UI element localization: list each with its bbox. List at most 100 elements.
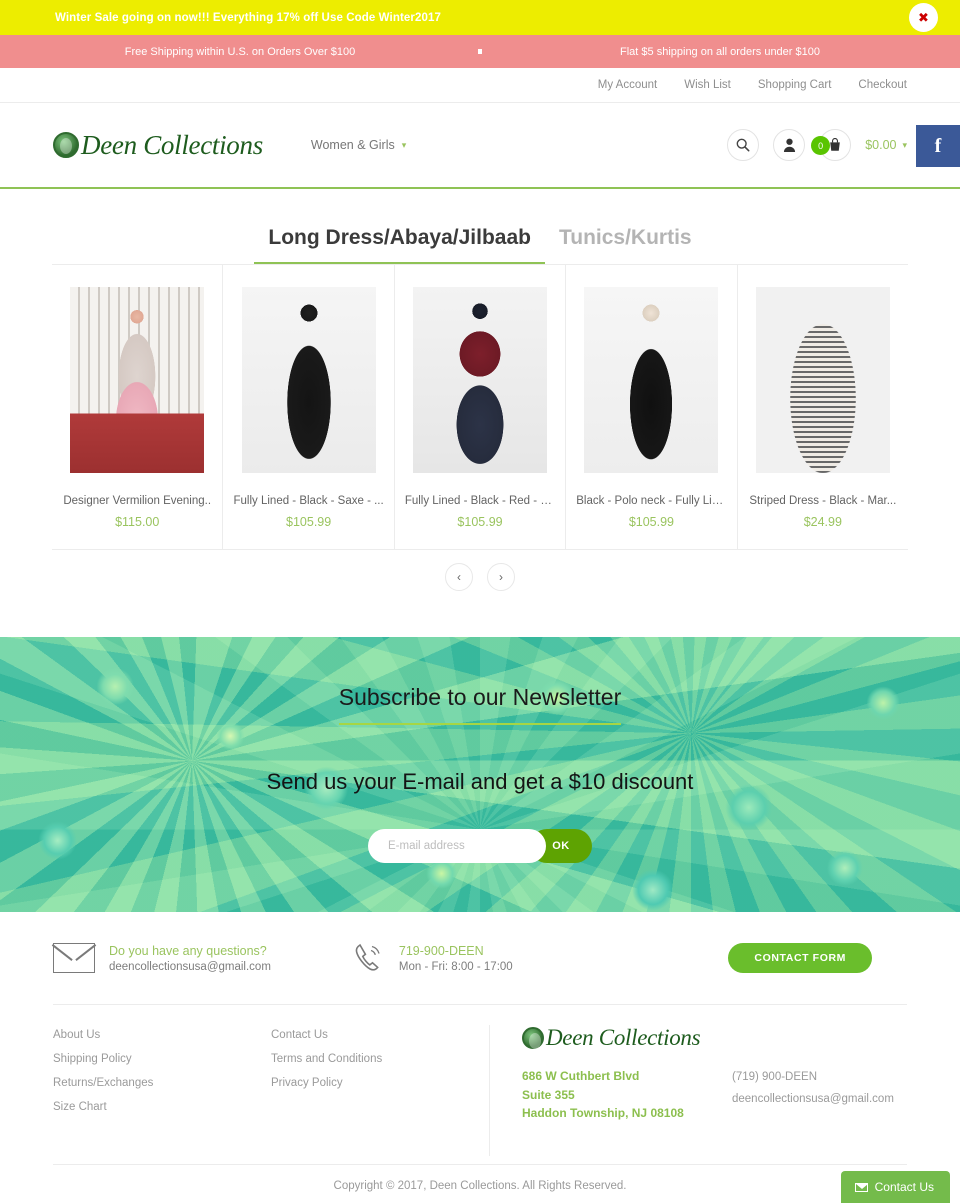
footer-link-privacy-policy[interactable]: Privacy Policy <box>271 1077 489 1089</box>
footer-email[interactable]: deencollectionsusa@gmail.com <box>732 1089 894 1111</box>
envelope-icon <box>53 943 95 973</box>
product-price: $105.99 <box>457 515 503 529</box>
footer-address: 686 W Cuthbert Blvd Suite 355 Haddon Tow… <box>522 1067 732 1123</box>
promo-banner-text: Winter Sale going on now!!! Everything 1… <box>55 11 441 24</box>
contact-phone-block: 719-900-DEEN Mon - Fri: 8:00 - 17:00 <box>351 941 513 975</box>
footer-link-returns-exchanges[interactable]: Returns/Exchanges <box>53 1077 271 1089</box>
close-icon[interactable]: ✖ <box>909 3 938 32</box>
product-name: Striped Dress - Black - Mar... <box>749 495 897 507</box>
category-tabs: Long Dress/Abaya/Jilbaab Tunics/Kurtis <box>0 189 960 264</box>
copyright-bar: Copyright © 2017, Deen Collections. All … <box>53 1164 907 1203</box>
utility-nav-wish-list[interactable]: Wish List <box>684 79 731 91</box>
product-name: Fully Lined - Black - Red - P... <box>404 495 556 507</box>
footer-links-column-two: Contact Us Terms and Conditions Privacy … <box>271 1025 489 1156</box>
phone-icon <box>355 943 380 971</box>
envelope-icon <box>854 1182 868 1192</box>
nav-item-women-girls[interactable]: Women & Girls ▾ <box>311 138 406 152</box>
shipping-banner: Free Shipping within U.S. on Orders Over… <box>0 35 960 68</box>
newsletter-email-input[interactable] <box>368 829 546 863</box>
product-carousel: Designer Vermilion Evening.. $115.00 Ful… <box>52 264 908 549</box>
footer-phone[interactable]: (719) 900-DEEN <box>732 1067 894 1089</box>
product-name: Black - Polo neck - Fully Lin... <box>576 495 727 507</box>
chevron-down-icon: ▾ <box>401 139 407 150</box>
site-logo[interactable]: Deen Collections <box>53 130 263 161</box>
page-root: Winter Sale going on now!!! Everything 1… <box>0 0 960 1203</box>
product-card[interactable]: Fully Lined - Black - Saxe - ... $105.99 <box>223 265 395 549</box>
utility-nav-shopping-cart[interactable]: Shopping Cart <box>758 79 832 91</box>
product-image <box>241 287 376 473</box>
contact-email-block: Do you have any questions? deencollectio… <box>53 943 271 973</box>
footer-link-size-chart[interactable]: Size Chart <box>53 1101 271 1113</box>
product-image <box>70 287 205 473</box>
product-name: Fully Lined - Black - Saxe - ... <box>233 495 384 507</box>
chevron-right-icon: › <box>499 570 503 584</box>
newsletter-content: Subscribe to our Newsletter Send us your… <box>0 637 960 863</box>
newsletter-subtitle: Send us your E-mail and get a $10 discou… <box>266 769 694 794</box>
tab-long-dress-abaya-jilbaab[interactable]: Long Dress/Abaya/Jilbaab <box>254 226 545 264</box>
footer-brand-block: Deen Collections 686 W Cuthbert Blvd Sui… <box>489 1025 907 1156</box>
footer-logo[interactable]: Deen Collections <box>522 1025 907 1051</box>
product-price: $105.99 <box>286 515 332 529</box>
carousel-next-button[interactable]: › <box>487 563 515 591</box>
product-card[interactable]: Black - Polo neck - Fully Lin... $105.99 <box>566 265 738 549</box>
tab-long-dress-abaya-jilbaab-label: Long Dress/Abaya/Jilbaab <box>268 226 531 249</box>
footer-link-shipping-policy[interactable]: Shipping Policy <box>53 1053 271 1065</box>
facebook-icon: f <box>934 134 942 157</box>
footer-link-terms-and-conditions[interactable]: Terms and Conditions <box>271 1053 489 1065</box>
cart-total[interactable]: $0.00 ▾ <box>865 138 907 152</box>
utility-nav-my-account[interactable]: My Account <box>598 79 657 91</box>
user-icon <box>783 138 795 152</box>
carousel-prev-button[interactable]: ‹ <box>445 563 473 591</box>
search-icon <box>736 138 750 152</box>
nav-item-women-girls-label: Women & Girls <box>310 138 395 152</box>
product-price: $105.99 <box>628 515 675 529</box>
product-image <box>755 287 890 473</box>
footer-logo-text: Deen Collections <box>546 1025 701 1050</box>
footer-address-line-3: Haddon Township, NJ 08108 <box>522 1106 684 1121</box>
footer-address-line-2: Suite 355 <box>522 1087 575 1102</box>
account-button[interactable] <box>773 129 806 161</box>
site-header: Deen Collections Women & Girls ▾ 0 $0.00… <box>0 103 960 189</box>
contact-phone-hours: Mon - Fri: 8:00 - 17:00 <box>398 960 513 973</box>
utility-nav-checkout[interactable]: Checkout <box>858 79 907 91</box>
contact-phone-number[interactable]: 719-900-DEEN <box>399 944 513 958</box>
product-card[interactable]: Striped Dress - Black - Mar... $24.99 <box>738 265 908 549</box>
carousel-divider <box>52 549 908 550</box>
product-image <box>413 287 548 473</box>
tab-tunics-kurtis[interactable]: Tunics/Kurtis <box>545 226 706 264</box>
search-button[interactable] <box>727 129 760 161</box>
footer-link-contact-us[interactable]: Contact Us <box>271 1029 489 1041</box>
cart-icon <box>830 138 840 151</box>
cart-total-amount: $0.00 <box>865 138 897 152</box>
product-image <box>584 287 719 473</box>
shipping-message-right: Flat $5 shipping on all orders under $10… <box>620 45 820 58</box>
contact-us-floating-tab[interactable]: Contact Us <box>840 1171 950 1203</box>
footer-address-line-1: 686 W Cuthbert Blvd <box>522 1069 640 1083</box>
globe-emblem-icon <box>53 132 79 158</box>
product-card[interactable]: Designer Vermilion Evening.. $115.00 <box>52 265 224 549</box>
chevron-left-icon: ‹ <box>457 570 461 584</box>
contact-email-title: Do you have any questions? <box>109 943 267 958</box>
newsletter-title: Subscribe to our Newsletter <box>338 684 622 725</box>
newsletter-form: OK <box>0 829 960 863</box>
footer-address-row: 686 W Cuthbert Blvd Suite 355 Haddon Tow… <box>522 1067 907 1123</box>
product-card[interactable]: Fully Lined - Black - Red - P... $105.99 <box>395 265 567 549</box>
cart-button[interactable]: 0 <box>805 129 852 161</box>
site-footer: About Us Shipping Policy Returns/Exchang… <box>53 1004 907 1156</box>
carousel-controls: ‹ › <box>0 549 960 591</box>
contact-us-floating-tab-label: Contact Us <box>874 1180 934 1194</box>
shipping-message-left: Free Shipping within U.S. on Orders Over… <box>124 45 356 58</box>
contact-form-button[interactable]: CONTACT FORM <box>728 943 872 973</box>
main-nav: Women & Girls ▾ <box>311 138 406 152</box>
site-logo-text: Deen Collections <box>81 129 263 160</box>
facebook-share-tab[interactable]: f <box>916 125 960 167</box>
product-name: Designer Vermilion Evening.. <box>63 495 212 507</box>
globe-emblem-icon <box>522 1027 544 1049</box>
contact-strip: Do you have any questions? deencollectio… <box>0 912 960 1004</box>
product-price: $24.99 <box>803 515 842 529</box>
contact-email-value[interactable]: deencollectionsusa@gmail.com <box>109 961 271 973</box>
footer-links-column-one: About Us Shipping Policy Returns/Exchang… <box>53 1025 271 1156</box>
newsletter-section: Subscribe to our Newsletter Send us your… <box>0 637 960 912</box>
footer-contact: (719) 900-DEEN deencollectionsusa@gmail.… <box>732 1067 894 1123</box>
footer-link-about-us[interactable]: About Us <box>53 1029 271 1041</box>
